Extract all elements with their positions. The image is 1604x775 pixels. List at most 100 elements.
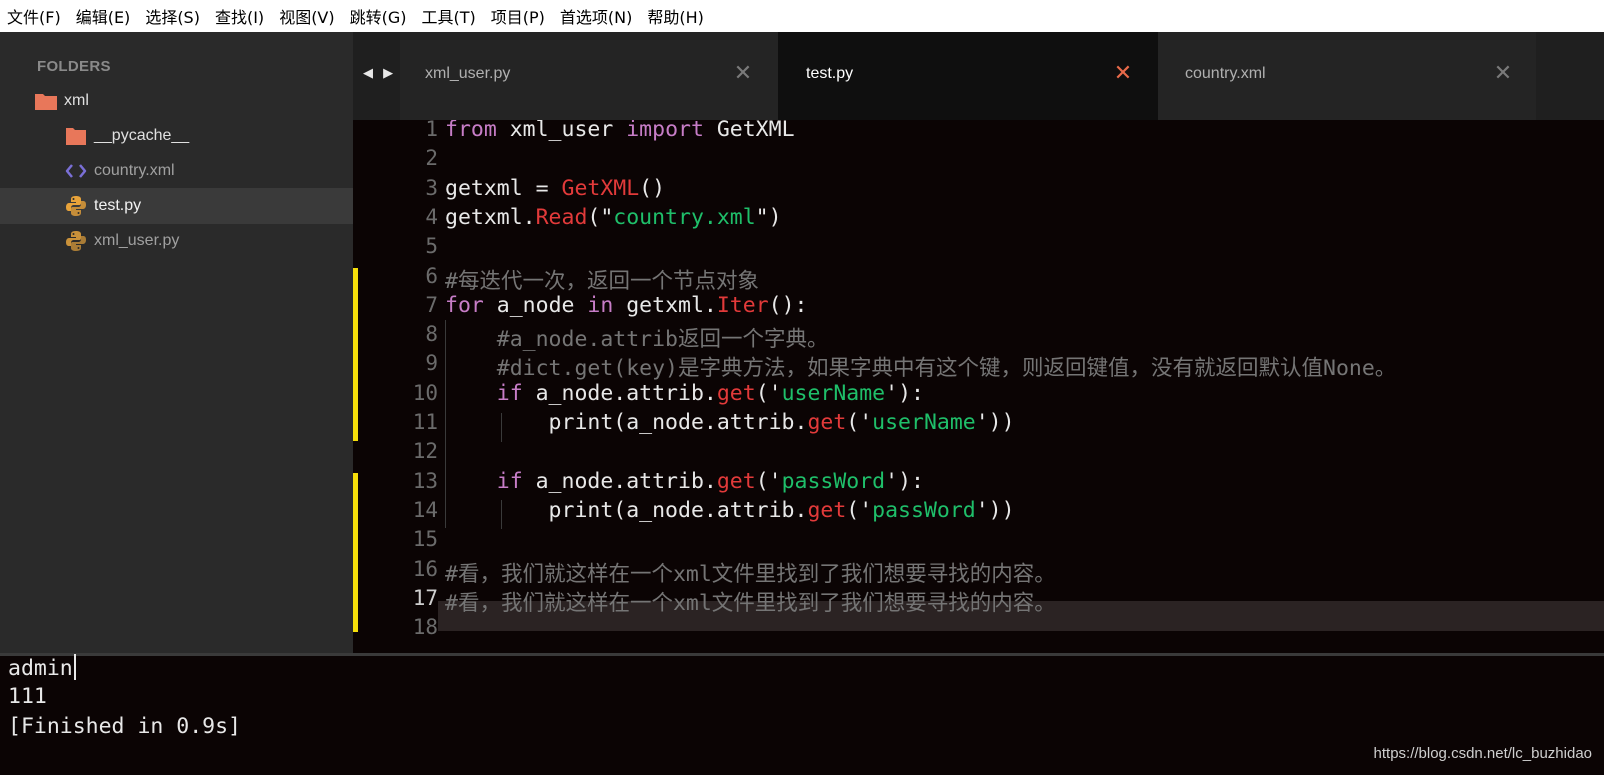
code-token: get xyxy=(716,380,756,406)
output-panel[interactable]: admin 111 [Finished in 0.9s] xyxy=(0,654,1604,775)
code-line: print(a_node.attrib.get('passWord')) xyxy=(445,498,1015,523)
code-token: #a_node.attrib返回一个字典。 xyxy=(496,327,829,353)
code-line: #a_node.attrib返回一个字典。 xyxy=(445,322,829,353)
tab-country-xml[interactable]: country.xml ✕ xyxy=(1158,32,1536,120)
menu-selection[interactable]: 选择(S) xyxy=(138,4,208,28)
tab-nav-arrows[interactable]: ◀ ▶ xyxy=(363,66,396,81)
code-token: (' xyxy=(846,497,873,523)
code-token: if xyxy=(496,380,523,406)
sidebar: FOLDERS xml __pycache__ country.xml test… xyxy=(0,32,353,653)
code-token: print(a_node.attrib. xyxy=(445,410,808,435)
code-token: ')) xyxy=(975,497,1015,523)
menu-help[interactable]: 帮助(H) xyxy=(640,4,712,28)
python-icon xyxy=(64,194,88,218)
folder-icon xyxy=(34,89,58,113)
code-token: (' xyxy=(755,380,782,406)
code-token: (' xyxy=(846,410,873,435)
menu-file[interactable]: 文件(F) xyxy=(0,4,69,28)
code-line: #看，我们就这样在一个xml文件里找到了我们想要寻找的内容。 xyxy=(445,557,1056,588)
line-number: 2 xyxy=(425,146,438,171)
folder-icon xyxy=(64,124,88,148)
line-number: 16 xyxy=(412,556,438,581)
line-number: 6 xyxy=(425,263,438,288)
menu-edit[interactable]: 编辑(E) xyxy=(69,4,139,28)
tree-item-label: xml xyxy=(64,92,89,109)
code-token: userName xyxy=(872,410,976,435)
menu-preferences[interactable]: 首选项(N) xyxy=(553,4,640,28)
menu-tools[interactable]: 工具(T) xyxy=(415,4,484,28)
line-number: 9 xyxy=(425,351,438,376)
line-number: 17 xyxy=(412,585,438,610)
tab-label: xml_user.py xyxy=(425,65,511,82)
code-token: for xyxy=(445,292,484,318)
tree-file-xml-user-py[interactable]: xml_user.py xyxy=(0,223,353,259)
code-token: userName xyxy=(781,380,886,406)
code-token: #看，我们就这样在一个xml文件里找到了我们想要寻找的内容。 xyxy=(445,561,1056,587)
tree-folder-xml[interactable]: xml xyxy=(0,83,353,119)
tree-file-test-py[interactable]: test.py xyxy=(0,188,353,224)
folders-header: FOLDERS xyxy=(37,58,111,75)
tree-file-country-xml[interactable]: country.xml xyxy=(0,153,353,189)
code-token: print(a_node.attrib. xyxy=(445,497,808,523)
close-icon[interactable]: ✕ xyxy=(732,62,754,84)
tab-label: country.xml xyxy=(1185,65,1266,82)
code-token: country.xml xyxy=(613,204,756,230)
code-token: getxml. xyxy=(445,204,536,230)
code-token: #看，我们就这样在一个xml文件里找到了我们想要寻找的内容。 xyxy=(445,590,1056,616)
tab-bar: ◀ ▶ xml_user.py ✕ test.py ✕ country.xml … xyxy=(353,32,1604,120)
code-token: GetXML xyxy=(703,120,795,142)
code-line: print(a_node.attrib.get('userName')) xyxy=(445,410,1015,435)
menu-project[interactable]: 项目(P) xyxy=(484,4,553,28)
tree-item-label: xml_user.py xyxy=(94,232,180,249)
line-number: 5 xyxy=(425,234,438,259)
line-number: 1 xyxy=(425,120,438,141)
line-number: 11 xyxy=(412,410,438,434)
code-token: a_node xyxy=(483,292,588,318)
code-token: GetXML xyxy=(561,175,640,201)
code-line: if a_node.attrib.get('passWord'): xyxy=(445,469,924,494)
code-file-icon xyxy=(64,159,88,183)
close-icon[interactable]: ✕ xyxy=(1492,62,1514,84)
code-token: passWord xyxy=(781,468,886,494)
output-line: [Finished in 0.9s] xyxy=(8,714,241,739)
tab-test-py[interactable]: test.py ✕ xyxy=(778,32,1158,120)
menu-find[interactable]: 查找(I) xyxy=(208,4,272,28)
code-token: (" xyxy=(587,204,614,230)
code-token: in xyxy=(587,292,614,318)
code-line: #看，我们就这样在一个xml文件里找到了我们想要寻找的内容。 xyxy=(445,586,1056,617)
code-token: getxml. xyxy=(613,292,717,318)
code-token: get xyxy=(716,468,756,494)
code-token: a_node.attrib. xyxy=(522,468,717,494)
code-token: if xyxy=(496,468,523,494)
output-line: admin xyxy=(8,654,76,681)
code-token: a_node.attrib. xyxy=(522,380,717,406)
line-number: 13 xyxy=(412,468,438,493)
line-number: 7 xyxy=(425,292,438,317)
line-number: 4 xyxy=(425,204,438,229)
tree-item-label: country.xml xyxy=(94,162,175,179)
code-token: import xyxy=(626,120,704,142)
code-token: from xyxy=(445,120,497,142)
line-number: 8 xyxy=(425,322,438,347)
menu-goto[interactable]: 跳转(G) xyxy=(343,4,415,28)
code-line: #dict.get(key)是字典方法，如果字典中有这个键，则返回键值，没有就返… xyxy=(445,351,1397,382)
menu-view[interactable]: 视图(V) xyxy=(272,4,342,28)
code-token: passWord xyxy=(872,497,976,523)
line-number: 3 xyxy=(425,175,438,200)
output-line: 111 xyxy=(8,684,47,709)
tree-folder-pycache[interactable]: __pycache__ xyxy=(0,118,353,154)
code-line: getxml = GetXML() xyxy=(445,176,665,201)
code-line: for a_node in getxml.Iter(): xyxy=(445,293,807,318)
tree-item-label: test.py xyxy=(94,197,142,214)
code-editor[interactable]: 1 2 3 4 5 6 7 8 9 10 11 12 13 14 15 16 17 18 from xml_use… xyxy=(353,120,1604,653)
code-token: ')) xyxy=(975,410,1015,435)
python-icon xyxy=(64,229,88,253)
tab-xml-user-py[interactable]: xml_user.py ✕ xyxy=(400,32,778,120)
line-number: 14 xyxy=(412,497,438,522)
menu-bar: 文件(F) 编辑(E) 选择(S) 查找(I) 视图(V) 跳转(G) 工具(T… xyxy=(0,0,1604,32)
close-icon[interactable]: ✕ xyxy=(1112,62,1134,84)
code-token: getxml = xyxy=(445,175,562,201)
